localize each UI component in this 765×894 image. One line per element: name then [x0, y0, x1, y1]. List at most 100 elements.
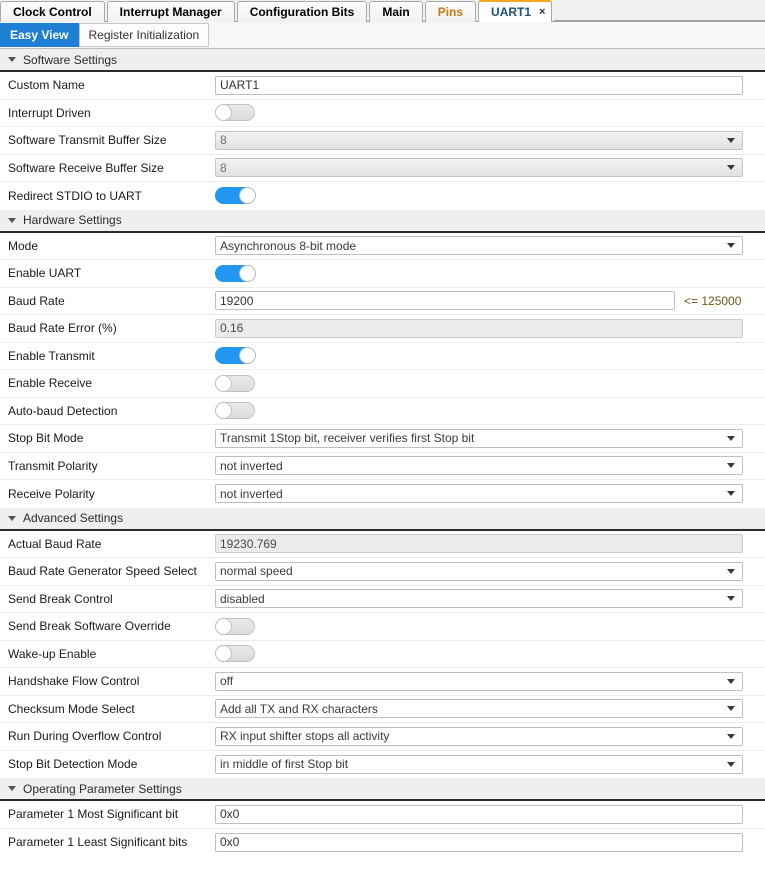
parameter-1-least-significant-bits-input[interactable] [215, 832, 743, 852]
section-header-hardware-settings[interactable]: Hardware Settings [0, 209, 765, 233]
dropdown-selected-value: not inverted [220, 458, 283, 473]
setting-row-auto-baud-detection: Auto-baud Detection [0, 398, 765, 425]
enable-uart-toggle[interactable] [215, 264, 256, 282]
setting-row-run-during-overflow-control: Run During Overflow Control RX input shif… [0, 723, 765, 751]
setting-field: Asynchronous 8-bit mode [215, 236, 765, 256]
setting-field: not inverted [215, 456, 765, 476]
dropdown-selected-value: not inverted [220, 486, 283, 501]
actual-baud-rate-input [215, 534, 743, 554]
setting-row-actual-baud-rate: Actual Baud Rate [0, 531, 765, 558]
baud-rate-generator-speed-select-dropdown[interactable]: normal speed [215, 561, 743, 581]
chevron-down-icon [8, 57, 16, 62]
setting-field: disabled [215, 589, 765, 609]
mode-dropdown[interactable]: Asynchronous 8-bit mode [215, 236, 743, 256]
section-header-advanced-settings[interactable]: Advanced Settings [0, 507, 765, 531]
setting-label: Software Receive Buffer Size [8, 160, 164, 175]
section-title: Software Settings [23, 52, 118, 67]
main-tab-label: UART1 [491, 5, 532, 19]
enable-receive-toggle[interactable] [215, 374, 255, 392]
section-body-hardware-settings: Mode Asynchronous 8-bit mode Enable UART Ba… [0, 233, 765, 508]
dropdown-selected-value: 8 [220, 160, 227, 175]
setting-field: RX input shifter stops all activity [215, 726, 765, 746]
setting-row-software-receive-buffer-size: Software Receive Buffer Size 8 [0, 155, 765, 182]
toggle-knob [239, 264, 256, 282]
auto-baud-detection-toggle[interactable] [215, 402, 255, 420]
enable-transmit-toggle[interactable] [215, 347, 256, 365]
setting-row-stop-bit-mode: Stop Bit Mode Transmit 1Stop bit, receive… [0, 425, 765, 453]
setting-field [215, 832, 765, 852]
close-icon[interactable]: × [539, 6, 545, 18]
sub-tab-easy-view[interactable]: Easy View [0, 23, 79, 47]
send-break-control-dropdown[interactable]: disabled [215, 589, 743, 609]
receive-polarity-dropdown[interactable]: not inverted [215, 484, 743, 504]
main-tab-interrupt-manager[interactable]: Interrupt Manager [106, 1, 235, 22]
setting-row-stop-bit-detection-mode: Stop Bit Detection Mode in middle of firs… [0, 751, 765, 779]
section-title: Advanced Settings [23, 511, 124, 525]
setting-row-transmit-polarity: Transmit Polarity not inverted [0, 453, 765, 480]
dropdown-selected-value: off [220, 674, 234, 689]
dropdown-selected-value: normal speed [220, 564, 293, 579]
chevron-down-icon [8, 515, 16, 521]
setting-row-enable-transmit: Enable Transmit [0, 343, 765, 370]
setting-label: Stop Bit Detection Mode [8, 757, 138, 772]
chevron-down-icon [727, 733, 735, 739]
baud-rate-input[interactable] [215, 291, 675, 311]
setting-row-mode: Mode Asynchronous 8-bit mode [0, 233, 765, 260]
stop-bit-detection-mode-dropdown[interactable]: in middle of first Stop bit [215, 754, 743, 774]
section-body-operating-parameter-settings: Parameter 1 Most Significant bit Paramete… [0, 801, 765, 856]
setting-field: not inverted [215, 484, 765, 504]
setting-label: Transmit Polarity [8, 458, 98, 473]
sub-tab-label: Easy View [10, 28, 69, 42]
setting-label: Enable Transmit [8, 348, 95, 363]
interrupt-driven-toggle[interactable] [215, 104, 255, 122]
setting-field [215, 534, 765, 554]
stop-bit-mode-dropdown[interactable]: Transmit 1Stop bit, receiver verifies fi… [215, 428, 743, 448]
main-tab-configuration-bits[interactable]: Configuration Bits [236, 1, 368, 22]
checksum-mode-select-dropdown[interactable]: Add all TX and RX characters [215, 699, 743, 719]
setting-row-baud-rate: Baud Rate <= 125000 [0, 288, 765, 315]
setting-row-enable-receive: Enable Receive [0, 370, 765, 398]
setting-row-baud-rate-error: Baud Rate Error (%) [0, 315, 765, 343]
main-tab-pins[interactable]: Pins [424, 1, 477, 22]
main-tab-clock-control[interactable]: Clock Control [0, 1, 105, 22]
setting-row-custom-name: Custom Name [0, 72, 765, 100]
setting-field: Add all TX and RX characters [215, 699, 765, 719]
main-tab-uart1[interactable]: UART1 × [478, 0, 553, 22]
wake-up-enable-toggle[interactable] [215, 645, 255, 663]
setting-row-handshake-flow-control: Handshake Flow Control off [0, 668, 765, 696]
setting-label: Receive Polarity [8, 486, 95, 501]
main-tab-label: Configuration Bits [249, 5, 355, 19]
setting-field [215, 347, 765, 365]
handshake-flow-control-dropdown[interactable]: off [215, 671, 743, 691]
dropdown-selected-value: Transmit 1Stop bit, receiver verifies fi… [220, 431, 475, 446]
run-during-overflow-control-dropdown[interactable]: RX input shifter stops all activity [215, 726, 743, 746]
chevron-down-icon [727, 678, 735, 684]
setting-label: Mode [8, 238, 39, 253]
dropdown-selected-value: disabled [220, 591, 265, 606]
dropdown-selected-value: Add all TX and RX characters [220, 701, 378, 716]
custom-name-input[interactable] [215, 75, 743, 95]
setting-label: Enable UART [8, 266, 82, 281]
dropdown-selected-value: RX input shifter stops all activity [220, 729, 390, 744]
setting-row-redirect-stdio-to-uart: Redirect STDIO to UART [0, 182, 765, 210]
main-tab-main[interactable]: Main [369, 1, 423, 22]
setting-row-parameter-1-least-significant-bits: Parameter 1 Least Significant bits [0, 829, 765, 857]
send-break-software-override-toggle[interactable] [215, 617, 255, 635]
sub-tab-register-initialization[interactable]: Register Initialization [78, 23, 210, 47]
sub-tab-bar: Easy View Register Initialization [0, 22, 765, 49]
parameter-1-most-significant-bit-input[interactable] [215, 804, 743, 824]
section-header-software-settings[interactable]: Software Settings [0, 49, 765, 72]
transmit-polarity-dropdown[interactable]: not inverted [215, 456, 743, 476]
section-header-operating-parameter-settings[interactable]: Operating Parameter Settings [0, 778, 765, 801]
section-body-advanced-settings: Actual Baud Rate Baud Rate Generator Spee… [0, 531, 765, 779]
chevron-down-icon [727, 706, 735, 712]
section-body-software-settings: Custom Name Interrupt Driven Software Tran… [0, 72, 765, 210]
setting-field [215, 402, 765, 420]
setting-field: in middle of first Stop bit [215, 754, 765, 774]
setting-label: Software Transmit Buffer Size [8, 133, 167, 148]
main-tab-label: Pins [437, 5, 464, 19]
setting-field [215, 104, 765, 122]
redirect-stdio-to-uart-toggle[interactable] [215, 187, 256, 205]
setting-field: 8 [215, 158, 765, 178]
setting-label: Send Break Control [8, 591, 113, 606]
